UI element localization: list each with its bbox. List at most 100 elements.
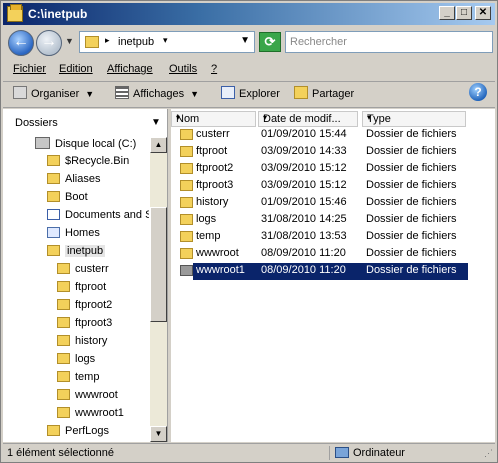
folder-icon bbox=[180, 265, 193, 276]
navigation-pane: Dossiers ▼ Disque local (C:) $Recycle.Bi… bbox=[3, 109, 168, 442]
table-row[interactable]: history 01/09/2010 15:46 Dossier de fichie… bbox=[177, 195, 467, 212]
folder-icon bbox=[57, 299, 70, 310]
title-bar[interactable]: C:\inetpub _ □ ✕ bbox=[3, 3, 495, 25]
window-title: C:\inetpub bbox=[28, 7, 88, 21]
tree-item-homes[interactable]: Homes bbox=[47, 227, 100, 245]
scroll-down-icon[interactable]: ▼ bbox=[150, 426, 167, 442]
organise-button[interactable]: Organiser ▼ bbox=[13, 86, 94, 100]
table-row[interactable]: ftproot3 03/09/2010 15:12 Dossier de fichi… bbox=[177, 178, 467, 195]
share-icon bbox=[294, 86, 308, 99]
menu-help[interactable]: ? bbox=[211, 63, 217, 75]
nav-scrollbar[interactable]: ▲ ▼ bbox=[150, 137, 167, 442]
back-button[interactable]: ← bbox=[8, 30, 34, 56]
menu-bar: Fichier Edition Affichage Outils ? bbox=[3, 61, 495, 79]
tree-item-custerr[interactable]: custerr bbox=[57, 263, 109, 281]
refresh-button[interactable]: ⟳ bbox=[259, 32, 281, 52]
toolbar: Organiser ▼ Affichages ▼ Explorer Partager… bbox=[3, 83, 495, 105]
menu-outils[interactable]: Outils bbox=[169, 63, 197, 75]
table-row[interactable]: ftproot2 03/09/2010 15:12 Dossier de fichi… bbox=[177, 161, 467, 178]
column-header-date[interactable]: Date de modif... ▾ bbox=[258, 111, 358, 127]
address-bar[interactable]: ▸ inetpub ▾ ▼ bbox=[79, 31, 255, 53]
folder-icon bbox=[180, 248, 193, 259]
organise-icon bbox=[13, 86, 27, 99]
tree-item-aliases[interactable]: Aliases bbox=[47, 173, 100, 191]
share-button[interactable]: Partager bbox=[294, 86, 354, 100]
tree-item-recycle-bin[interactable]: $Recycle.Bin bbox=[47, 155, 129, 173]
computer-icon bbox=[335, 447, 349, 458]
tree-item-ftproot[interactable]: ftproot bbox=[57, 281, 106, 299]
chevron-down-icon[interactable]: ▾ bbox=[367, 113, 463, 122]
explore-button[interactable]: Explorer bbox=[221, 86, 280, 100]
table-row[interactable]: wwwroot 08/09/2010 11:20 Dossier de fichie… bbox=[177, 246, 467, 263]
tree-item-boot[interactable]: Boot bbox=[47, 191, 88, 209]
views-icon bbox=[115, 86, 129, 99]
menu-affichage[interactable]: Affichage bbox=[107, 63, 153, 75]
table-row[interactable]: ftproot 03/09/2010 14:33 Dossier de fichie… bbox=[177, 144, 467, 161]
chevron-down-icon[interactable]: ▼ bbox=[240, 35, 250, 46]
folder-tree: Disque local (C:) $Recycle.Bin Aliases B… bbox=[3, 137, 149, 442]
folder-icon bbox=[57, 317, 70, 328]
table-row-selected[interactable]: wwwroot1 08/09/2010 11:20 Dossier de fichi… bbox=[177, 263, 468, 280]
tree-item-inetpub[interactable]: inetpub bbox=[47, 245, 106, 263]
tree-item-ftproot2[interactable]: ftproot2 bbox=[57, 299, 112, 317]
folder-icon bbox=[180, 197, 193, 208]
folder-icon bbox=[180, 129, 193, 140]
breadcrumb-inetpub[interactable]: inetpub bbox=[118, 36, 154, 48]
tree-item-perflogs[interactable]: PerfLogs bbox=[47, 425, 109, 442]
history-dropdown-icon[interactable]: ▼ bbox=[65, 36, 74, 46]
tree-item-wwwroot[interactable]: wwwroot bbox=[57, 389, 118, 407]
chevron-down-icon[interactable]: ▼ bbox=[151, 117, 161, 128]
tree-item-wwwroot1[interactable]: wwwroot1 bbox=[57, 407, 124, 425]
status-location-text: Ordinateur bbox=[353, 447, 405, 459]
tree-item-ftproot3[interactable]: ftproot3 bbox=[57, 317, 112, 335]
divider bbox=[329, 446, 330, 460]
forward-button[interactable]: → bbox=[36, 30, 62, 56]
folder-icon bbox=[47, 245, 60, 256]
column-header-type[interactable]: Type ▾ bbox=[362, 111, 466, 127]
chevron-down-icon: ▼ bbox=[85, 89, 95, 99]
breadcrumb-arrow-icon[interactable]: ▾ bbox=[163, 35, 168, 46]
organise-label: Organiser bbox=[31, 88, 80, 100]
nav-header[interactable]: Dossiers bbox=[15, 117, 58, 129]
menu-fichier[interactable]: Fichier bbox=[13, 63, 46, 75]
breadcrumb-arrow-icon[interactable]: ▸ bbox=[105, 35, 110, 46]
close-button[interactable]: ✕ bbox=[475, 6, 491, 20]
column-header-nom[interactable]: Nom ▾ bbox=[171, 111, 256, 127]
menu-edition[interactable]: Edition bbox=[59, 63, 93, 75]
scrollbar-thumb[interactable] bbox=[150, 207, 167, 322]
minimize-button[interactable]: _ bbox=[439, 6, 455, 20]
tree-item-logs[interactable]: logs bbox=[57, 353, 95, 371]
homes-icon bbox=[47, 227, 60, 238]
maximize-button[interactable]: □ bbox=[456, 6, 472, 20]
share-label: Partager bbox=[312, 88, 355, 100]
scroll-up-icon[interactable]: ▲ bbox=[150, 137, 167, 153]
table-row[interactable]: logs 31/08/2010 14:25 Dossier de fichiers bbox=[177, 212, 467, 229]
explore-label: Explorer bbox=[239, 88, 280, 100]
search-input[interactable]: Rechercher bbox=[285, 31, 493, 53]
views-button[interactable]: Affichages ▼ bbox=[115, 86, 199, 100]
documents-icon bbox=[47, 209, 60, 220]
folder-icon bbox=[57, 389, 70, 400]
address-row: ← → ▼ ▸ inetpub ▾ ▼ ⟳ Rechercher bbox=[3, 28, 495, 58]
folder-icon bbox=[180, 180, 193, 191]
tree-item-disque-local[interactable]: Disque local (C:) bbox=[35, 137, 136, 155]
chevron-down-icon[interactable]: ▾ bbox=[176, 113, 253, 122]
tree-item-temp[interactable]: temp bbox=[57, 371, 99, 389]
folder-icon bbox=[57, 353, 70, 364]
divider bbox=[3, 107, 495, 108]
folder-icon bbox=[7, 4, 23, 22]
table-row[interactable]: temp 31/08/2010 13:53 Dossier de fichiers bbox=[177, 229, 467, 246]
folder-icon bbox=[180, 231, 193, 242]
folder-icon bbox=[57, 335, 70, 346]
table-row[interactable]: custerr 01/09/2010 15:44 Dossier de fichie… bbox=[177, 127, 467, 144]
folder-icon bbox=[180, 163, 193, 174]
chevron-down-icon[interactable]: ▾ bbox=[263, 113, 355, 122]
tree-item-documents[interactable]: Documents and S bbox=[47, 209, 149, 227]
tree-item-history[interactable]: history bbox=[57, 335, 107, 353]
resize-grip-icon[interactable]: ⋰ bbox=[484, 448, 493, 459]
folder-icon bbox=[57, 263, 70, 274]
folder-icon bbox=[47, 425, 60, 436]
file-list: Nom ▾ Date de modif... ▾ Type ▾ custerr 01/0… bbox=[171, 109, 495, 442]
divider bbox=[3, 81, 495, 82]
help-icon[interactable]: ? bbox=[469, 83, 487, 101]
